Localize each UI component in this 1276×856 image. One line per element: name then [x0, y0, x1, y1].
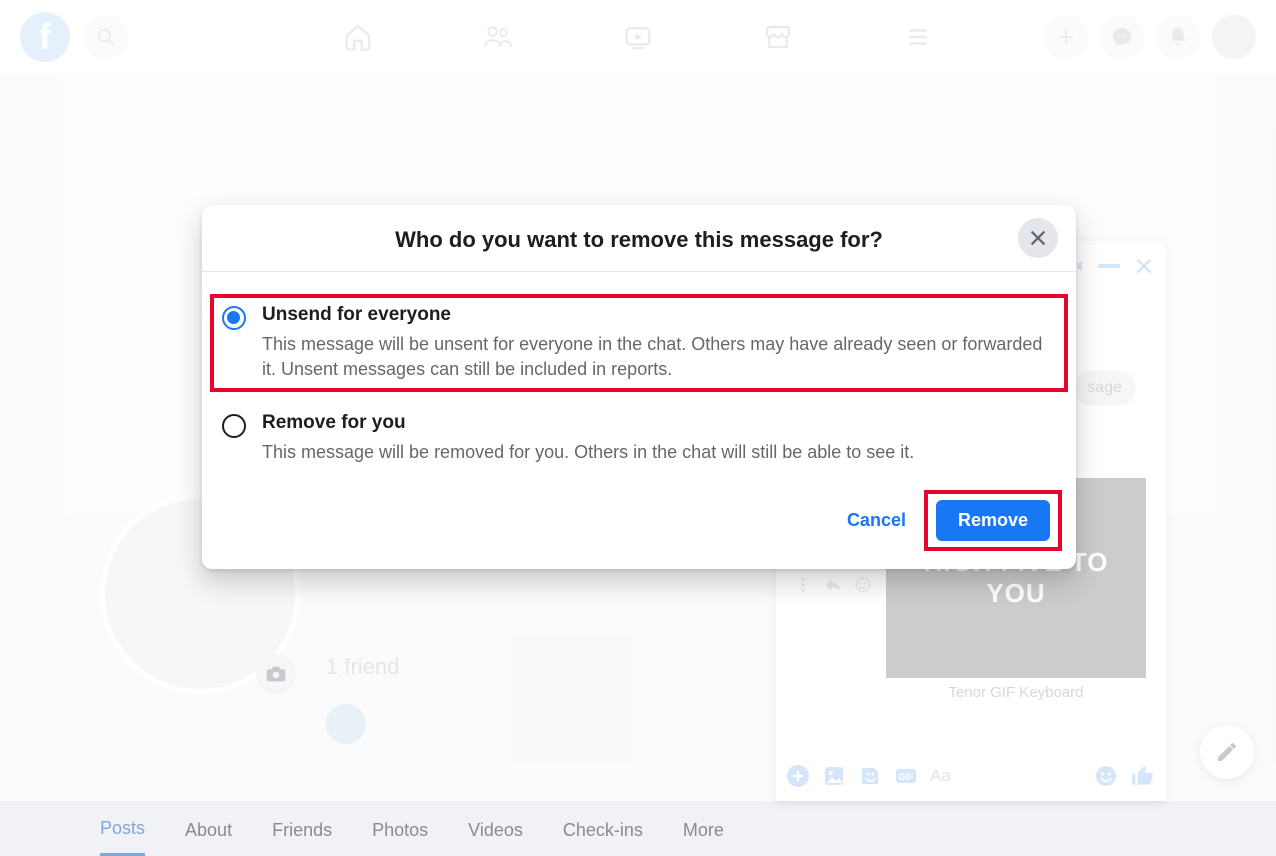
- radio-remove-for-you[interactable]: [222, 414, 246, 438]
- dialog-title: Who do you want to remove this message f…: [262, 227, 1016, 253]
- dialog-body: Unsend for everyone This message will be…: [202, 272, 1076, 478]
- remove-highlight: Remove: [928, 494, 1058, 547]
- tab-about[interactable]: About: [185, 806, 232, 855]
- tab-checkins[interactable]: Check-ins: [563, 806, 643, 855]
- tab-posts[interactable]: Posts: [100, 804, 145, 856]
- tab-videos[interactable]: Videos: [468, 806, 523, 855]
- close-button[interactable]: [1018, 218, 1058, 258]
- profile-tabs: Posts About Friends Photos Videos Check-…: [100, 804, 724, 856]
- remove-message-dialog: Who do you want to remove this message f…: [202, 205, 1076, 569]
- remove-button[interactable]: Remove: [936, 500, 1050, 541]
- radio-unsend-everyone[interactable]: [222, 306, 246, 330]
- dialog-header: Who do you want to remove this message f…: [202, 205, 1076, 272]
- cancel-button[interactable]: Cancel: [829, 500, 924, 541]
- option-remove-for-you[interactable]: Remove for you This message will be remo…: [202, 400, 1076, 477]
- tab-friends[interactable]: Friends: [272, 806, 332, 855]
- close-icon: [1027, 227, 1049, 249]
- dialog-footer: Cancel Remove: [202, 478, 1076, 569]
- option-title: Remove for you: [262, 412, 1056, 434]
- option-desc: This message will be removed for you. Ot…: [262, 440, 1056, 465]
- option-title: Unsend for everyone: [262, 304, 1056, 326]
- tab-photos[interactable]: Photos: [372, 806, 428, 855]
- option-desc: This message will be unsent for everyone…: [262, 332, 1056, 382]
- tab-more[interactable]: More: [683, 806, 724, 855]
- option-unsend-everyone[interactable]: Unsend for everyone This message will be…: [208, 292, 1070, 394]
